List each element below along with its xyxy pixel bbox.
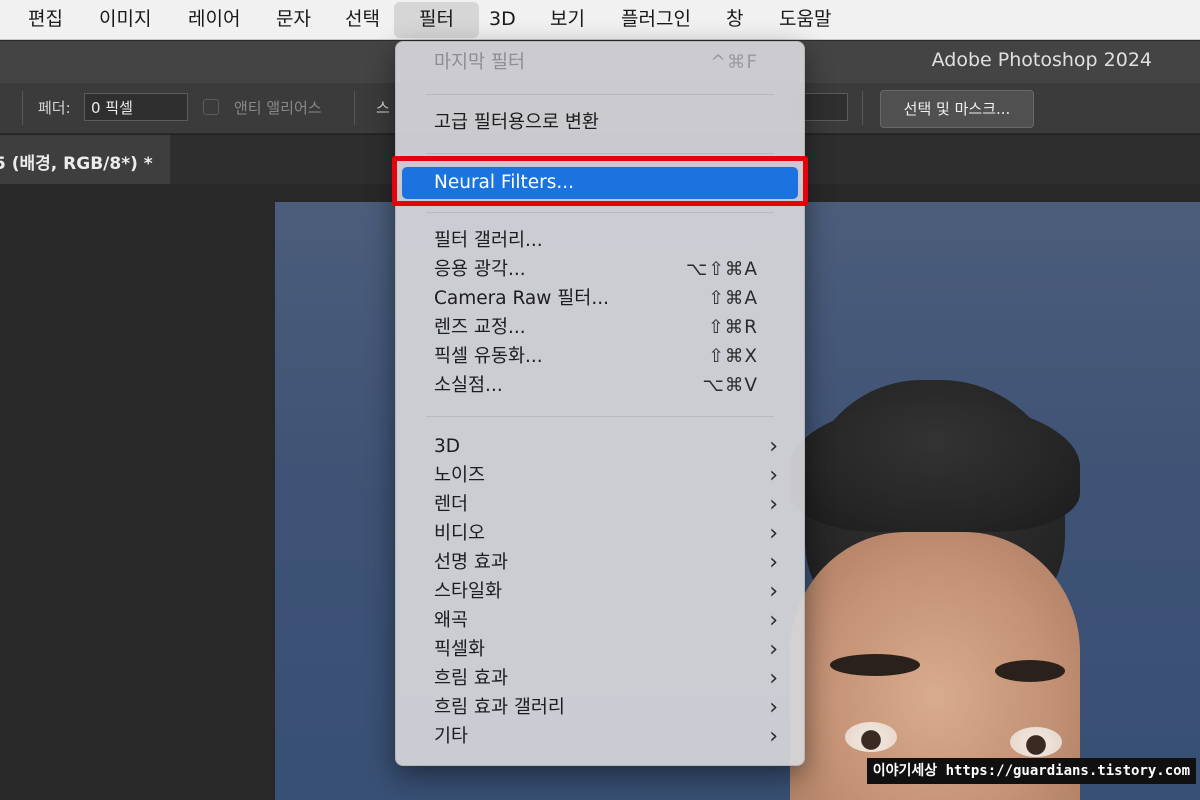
- menu-item-vanishing-point[interactable]: 소실점... ⌥⌘V: [406, 371, 796, 400]
- menu-separator: [426, 416, 774, 417]
- annotation-highlight-box: [392, 156, 808, 206]
- menu-item-label: 마지막 필터: [434, 52, 525, 73]
- menu-item-label: 픽셀화: [434, 639, 486, 660]
- menu-item-label: 비디오: [434, 523, 486, 544]
- chevron-right-icon: ›: [769, 579, 778, 604]
- menu-select[interactable]: 선택: [335, 0, 390, 38]
- menu-item-label: 선명 효과: [434, 552, 508, 573]
- menu-item-shortcut: ⇧⌘R: [708, 317, 758, 338]
- submenu-other[interactable]: 기타 ›: [406, 722, 796, 751]
- submenu-blur[interactable]: 흐림 효과 ›: [406, 664, 796, 693]
- app-title: Adobe Photoshop 2024: [931, 49, 1152, 71]
- chevron-right-icon: ›: [769, 550, 778, 575]
- chevron-right-icon: ›: [769, 521, 778, 546]
- menu-help[interactable]: 도움말: [769, 0, 841, 38]
- menu-item-shortcut: ⇧⌘X: [708, 346, 758, 367]
- menu-item-label: Camera Raw 필터...: [434, 288, 609, 309]
- submenu-blur-gallery[interactable]: 흐림 효과 갤러리 ›: [406, 693, 796, 722]
- style-label: 스: [376, 99, 390, 117]
- menu-item-label: 소실점...: [434, 375, 503, 396]
- portrait-eyebrow: [830, 654, 920, 676]
- submenu-render[interactable]: 렌더 ›: [406, 490, 796, 519]
- chevron-right-icon: ›: [769, 434, 778, 459]
- portrait-eyebrow: [995, 660, 1065, 682]
- chevron-right-icon: ›: [769, 463, 778, 488]
- options-divider: [354, 91, 355, 125]
- document-tab[interactable]: 5 (배경, RGB/8*) *: [0, 135, 170, 185]
- options-divider: [862, 91, 863, 125]
- menu-item-filter-gallery[interactable]: 필터 갤러리...: [406, 226, 796, 255]
- options-divider: [22, 91, 23, 125]
- feather-label: 페더:: [38, 99, 71, 117]
- portrait-eye: [845, 722, 897, 752]
- menu-item-label: 스타일화: [434, 581, 503, 602]
- watermark: 이야기세상 https://guardians.tistory.com: [866, 758, 1196, 784]
- antialias-checkbox[interactable]: [203, 99, 219, 115]
- feather-input[interactable]: 0 픽셀: [84, 93, 188, 121]
- menu-type[interactable]: 문자: [266, 0, 321, 38]
- menu-separator: [426, 212, 774, 213]
- menu-item-shortcut: ⇧⌘A: [708, 288, 758, 309]
- menu-item-label: 기타: [434, 726, 469, 747]
- chevron-right-icon: ›: [769, 492, 778, 517]
- submenu-distort[interactable]: 왜곡 ›: [406, 606, 796, 635]
- menu-item-label: 렌더: [434, 494, 469, 515]
- menu-bar: 편집 이미지 레이어 문자 선택 필터 3D 보기 플러그인 창 도움말: [0, 0, 1200, 40]
- menu-plugins[interactable]: 플러그인: [611, 0, 701, 38]
- menu-item-label: 흐림 효과: [434, 668, 508, 689]
- menu-image[interactable]: 이미지: [89, 0, 161, 38]
- portrait-eye: [1010, 727, 1062, 757]
- chevron-right-icon: ›: [769, 608, 778, 633]
- menu-item-camera-raw-filter[interactable]: Camera Raw 필터... ⇧⌘A: [406, 284, 796, 313]
- chevron-right-icon: ›: [769, 724, 778, 749]
- menu-filter[interactable]: 필터: [394, 2, 479, 38]
- menu-window[interactable]: 창: [716, 0, 753, 38]
- menu-item-label: 고급 필터용으로 변환: [434, 112, 599, 133]
- menu-item-lens-correction[interactable]: 렌즈 교정... ⇧⌘R: [406, 313, 796, 342]
- menu-item-label: 필터 갤러리...: [434, 230, 543, 251]
- menu-layer[interactable]: 레이어: [178, 0, 250, 38]
- submenu-3d[interactable]: 3D ›: [406, 432, 796, 461]
- chevron-right-icon: ›: [769, 637, 778, 662]
- chevron-right-icon: ›: [769, 695, 778, 720]
- menu-item-shortcut: ⌥⇧⌘A: [686, 259, 758, 280]
- menu-item-label: 3D: [434, 436, 461, 457]
- menu-item-label: 흐림 효과 갤러리: [434, 697, 565, 718]
- menu-item-adaptive-wide-angle[interactable]: 응용 광각... ⌥⇧⌘A: [406, 255, 796, 284]
- filter-dropdown-menu: 마지막 필터 ^⌘F 고급 필터용으로 변환 Neural Filters...…: [395, 41, 805, 766]
- menu-item-shortcut: ^⌘F: [710, 52, 758, 73]
- menu-item-label: 왜곡: [434, 610, 469, 631]
- menu-item-last-filter[interactable]: 마지막 필터 ^⌘F: [406, 48, 796, 77]
- menu-item-convert-smart-filters[interactable]: 고급 필터용으로 변환: [406, 108, 796, 137]
- portrait-hairline: [790, 402, 1080, 532]
- menu-item-label: 노이즈: [434, 465, 486, 486]
- submenu-video[interactable]: 비디오 ›: [406, 519, 796, 548]
- menu-item-label: 응용 광각...: [434, 259, 526, 280]
- submenu-sharpen[interactable]: 선명 효과 ›: [406, 548, 796, 577]
- menu-edit[interactable]: 편집: [18, 0, 73, 38]
- submenu-noise[interactable]: 노이즈 ›: [406, 461, 796, 490]
- antialias-label: 앤티 앨리어스: [234, 99, 322, 117]
- menu-item-label: 픽셀 유동화...: [434, 346, 543, 367]
- menu-3d[interactable]: 3D: [479, 0, 526, 38]
- menu-item-label: 렌즈 교정...: [434, 317, 526, 338]
- menu-item-liquify[interactable]: 픽셀 유동화... ⇧⌘X: [406, 342, 796, 371]
- menu-view[interactable]: 보기: [540, 0, 595, 38]
- menu-item-shortcut: ⌥⌘V: [702, 375, 758, 396]
- chevron-right-icon: ›: [769, 666, 778, 691]
- menu-separator: [426, 153, 774, 154]
- document-tab-label: 5 (배경, RGB/8*) *: [0, 154, 153, 174]
- submenu-stylize[interactable]: 스타일화 ›: [406, 577, 796, 606]
- select-and-mask-button[interactable]: 선택 및 마스크...: [880, 90, 1034, 128]
- submenu-pixelate[interactable]: 픽셀화 ›: [406, 635, 796, 664]
- menu-separator: [426, 94, 774, 95]
